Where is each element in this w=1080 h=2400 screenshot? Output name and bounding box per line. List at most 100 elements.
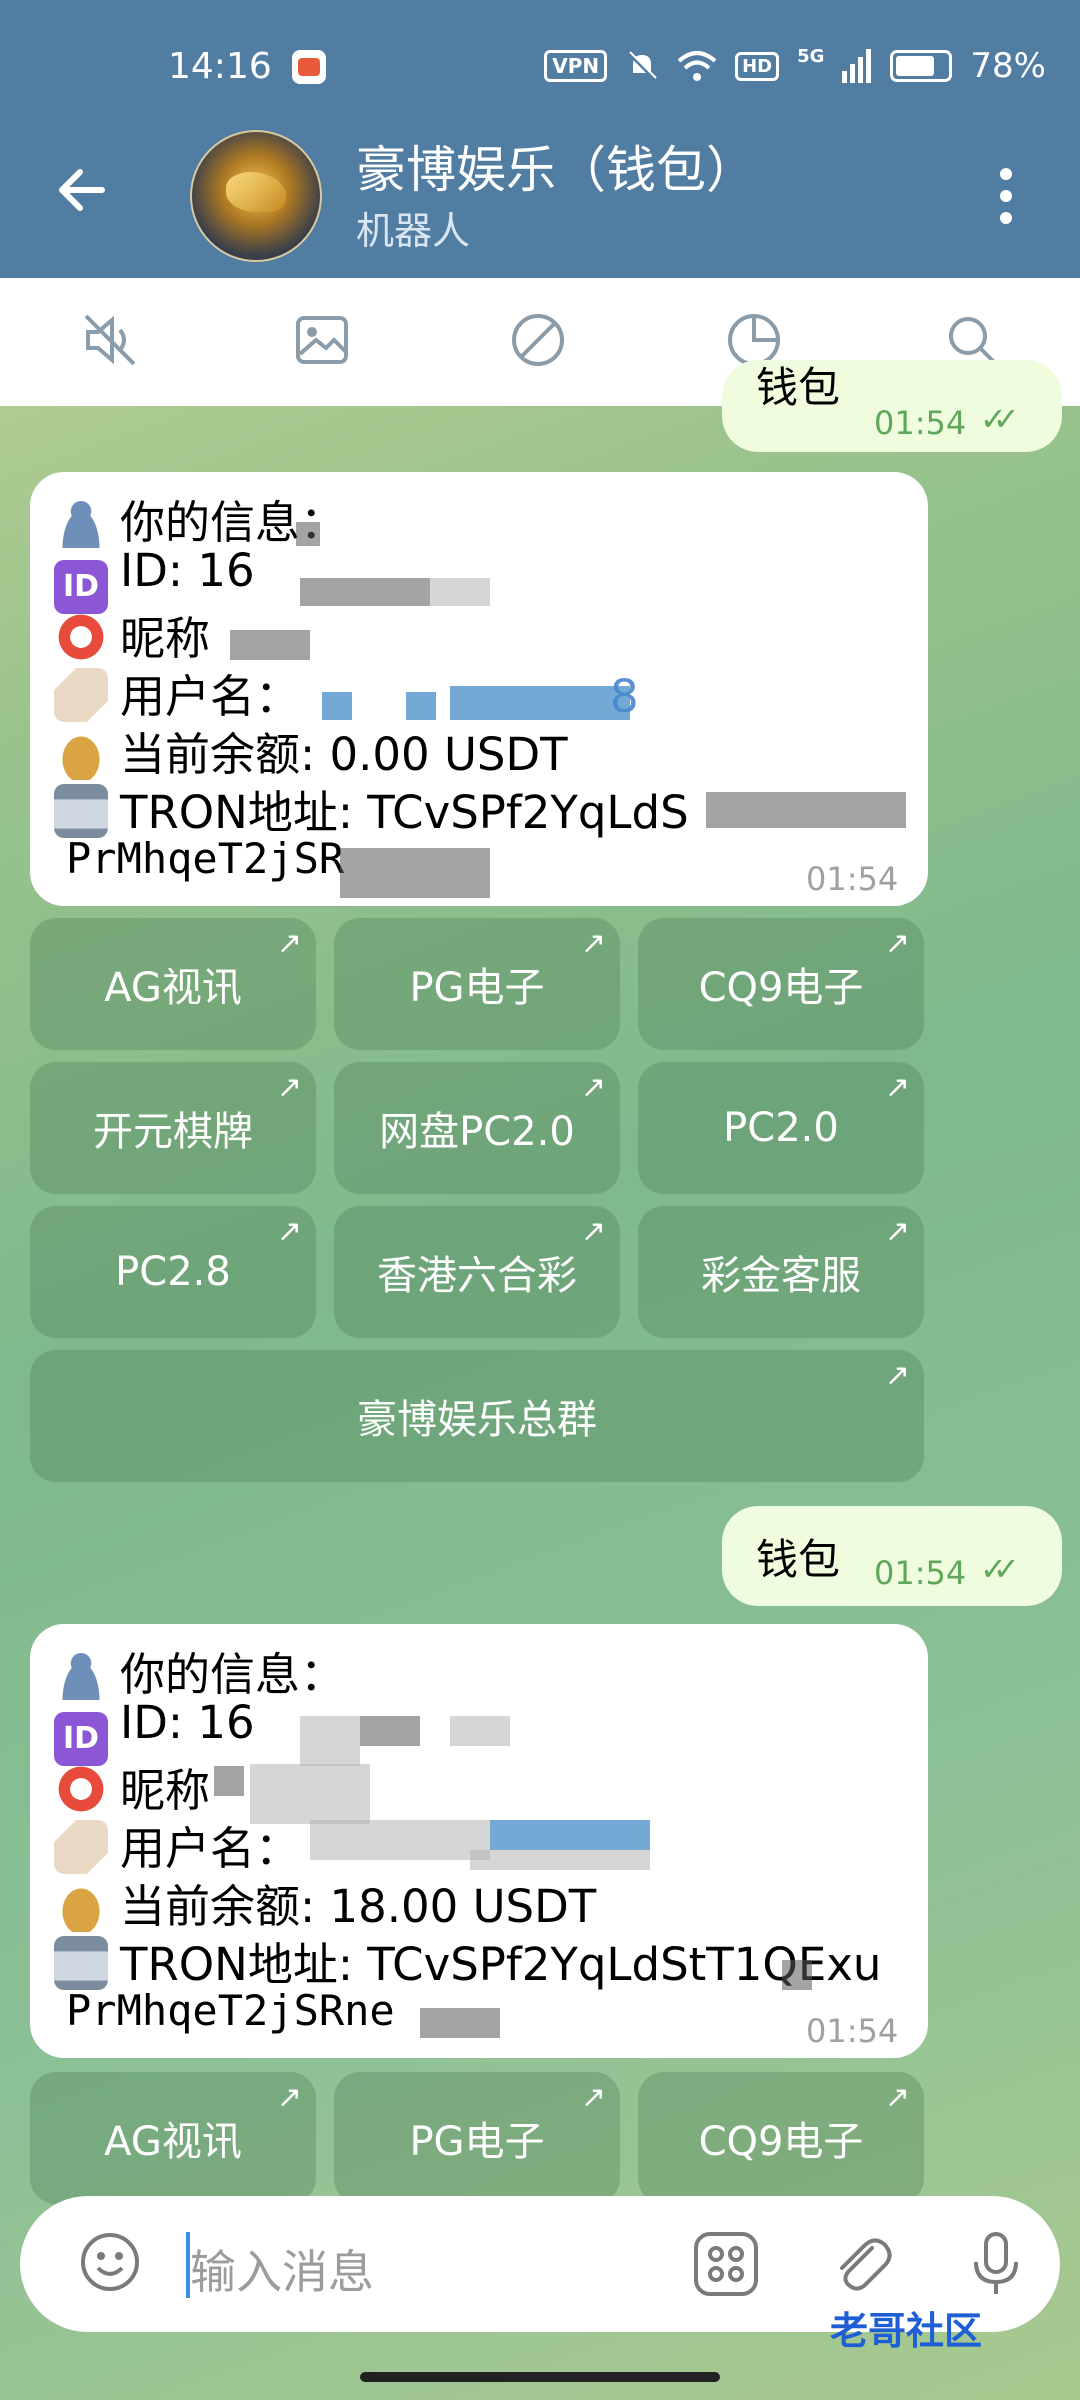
battery-level: 78% — [970, 46, 1046, 86]
external-link-icon: ↗ — [884, 1214, 910, 1249]
mute-bell-icon — [627, 51, 657, 81]
redaction-mosaic — [490, 1820, 650, 1850]
kb-button-ag[interactable]: AG视讯 ↗ — [30, 918, 316, 1050]
balance: 当前余额: 18.00 USDT — [120, 1880, 597, 1933]
status-time: 14:16 — [168, 46, 272, 87]
message-time: 01:54 — [874, 1554, 967, 1592]
redaction-mosaic — [322, 692, 352, 720]
external-link-icon: ↗ — [884, 926, 910, 961]
app-header: 14:16 VPN HD 5G 78% 豪博娱乐（钱包） 机器人 — [0, 0, 1080, 278]
mute-icon[interactable] — [78, 308, 142, 372]
kb-button-ag[interactable]: AG视讯 ↗ — [30, 2072, 316, 2204]
redaction-mosaic — [470, 1850, 650, 1870]
incoming-message[interactable]: 你的信息： ID ID: 16 昵称 用户名： 当前余额: 18.00 USDT … — [30, 1624, 928, 2058]
kb-button-hk-lottery[interactable]: 香港六合彩 ↗ — [334, 1206, 620, 1338]
home-indicator[interactable] — [360, 2372, 720, 2382]
kb-button-wangpan-pc20[interactable]: 网盘PC2.0 ↗ — [334, 1062, 620, 1194]
vpn-icon: VPN — [544, 50, 608, 82]
bot-menu-icon[interactable] — [692, 2230, 760, 2298]
label-tag-icon — [54, 1820, 108, 1874]
name-badge-icon — [54, 1762, 108, 1816]
wifi-icon — [677, 51, 717, 81]
read-check-icon: ✓✓ — [980, 1550, 1019, 1588]
message-text: 钱包 — [756, 363, 841, 412]
outgoing-message[interactable]: 钱包 01:54 ✓✓ — [722, 1506, 1062, 1606]
money-bag-icon — [54, 726, 108, 780]
kb-button-pc20[interactable]: PC2.0 ↗ — [638, 1062, 924, 1194]
kb-button-support[interactable]: 彩金客服 ↗ — [638, 1206, 924, 1338]
user-id: ID: 16 — [120, 544, 255, 597]
nickname-label: 昵称 — [120, 1764, 211, 1817]
redaction-mosaic — [450, 1716, 510, 1746]
balance: 当前余额: 0.00 USDT — [120, 728, 568, 781]
microphone-icon[interactable] — [962, 2230, 1030, 2298]
redaction-mosaic — [406, 692, 436, 720]
kb-button-main-group[interactable]: 豪博娱乐总群 ↗ — [30, 1350, 924, 1482]
redaction-mosaic — [296, 522, 320, 546]
kb-button-pg[interactable]: PG电子 ↗ — [334, 918, 620, 1050]
external-link-icon: ↗ — [276, 1214, 302, 1249]
kb-button-pc28[interactable]: PC2.8 ↗ — [30, 1206, 316, 1338]
hd-icon: HD — [735, 51, 780, 81]
redaction-mosaic — [214, 1766, 244, 1796]
user-id: ID: 16 — [120, 1696, 255, 1749]
message-text: 钱包 — [756, 1535, 841, 1584]
block-icon[interactable] — [506, 308, 570, 372]
more-menu-icon[interactable] — [996, 168, 1016, 224]
attach-icon[interactable] — [828, 2230, 896, 2298]
kb-button-kaiyuan[interactable]: 开元棋牌 ↗ — [30, 1062, 316, 1194]
status-icons: VPN HD 5G 78% — [544, 46, 1046, 86]
info-heading: 你的信息： — [120, 1648, 346, 1701]
tron-address-line1: TRON地址: TCvSPf2YqLdStT1QExu — [120, 1938, 882, 1991]
redaction-mosaic — [340, 848, 490, 898]
incoming-message[interactable]: 你的信息： IDID: 16 昵称 用户名：8 当前余额: 0.00 USDT … — [30, 472, 928, 906]
external-link-icon: ↗ — [276, 926, 302, 961]
message-time: 01:54 — [806, 860, 899, 898]
outgoing-message[interactable]: 钱包 01:54 ✓✓ — [722, 360, 1062, 452]
read-check-icon: ✓✓ — [980, 400, 1019, 438]
external-link-icon: ↗ — [884, 2080, 910, 2115]
redaction-mosaic — [250, 1764, 370, 1824]
signal-icon: 5G — [797, 45, 825, 67]
external-link-icon: ↗ — [580, 2080, 606, 2115]
bank-icon — [54, 1936, 108, 1990]
redaction-mosaic — [310, 1820, 490, 1860]
image-icon[interactable] — [290, 308, 354, 372]
user-silhouette-icon — [54, 494, 108, 548]
redaction-mosaic — [300, 578, 430, 606]
external-link-icon: ↗ — [884, 1070, 910, 1105]
tron-address-line2: PrMhqeT2jSRne — [66, 1986, 395, 2035]
external-link-icon: ↗ — [580, 1070, 606, 1105]
redaction-mosaic — [360, 1716, 420, 1746]
user-silhouette-icon — [54, 1646, 108, 1700]
external-link-icon: ↗ — [884, 1358, 910, 1393]
emoji-icon[interactable] — [78, 2230, 142, 2294]
bot-avatar[interactable] — [190, 130, 322, 262]
redaction-mosaic — [230, 630, 310, 660]
notification-app-icon — [292, 50, 326, 84]
back-arrow-icon[interactable] — [52, 160, 112, 220]
redaction-mosaic — [420, 2008, 500, 2038]
money-bag-icon — [54, 1878, 108, 1932]
external-link-icon: ↗ — [580, 926, 606, 961]
message-time: 01:54 — [806, 2012, 899, 2050]
username-label: 用户名： — [120, 1822, 301, 1875]
nickname-label: 昵称 — [120, 612, 211, 665]
message-time: 01:54 — [874, 404, 967, 442]
redaction-mosaic — [782, 1960, 812, 1990]
watermark-logo: 老哥社区 — [830, 2309, 983, 2353]
external-link-icon: ↗ — [276, 1070, 302, 1105]
redaction-mosaic — [300, 1716, 360, 1766]
label-tag-icon — [54, 668, 108, 722]
kb-button-cq9[interactable]: CQ9电子 ↗ — [638, 2072, 924, 2204]
tron-address-line1: TRON地址: TCvSPf2YqLdS — [120, 786, 689, 839]
chat-title[interactable]: 豪博娱乐（钱包） — [356, 130, 756, 202]
external-link-icon: ↗ — [580, 1214, 606, 1249]
message-input[interactable]: 输入消息 — [190, 2236, 374, 2302]
name-badge-icon — [54, 610, 108, 664]
redaction-mosaic — [450, 686, 630, 720]
kb-button-cq9[interactable]: CQ9电子 ↗ — [638, 918, 924, 1050]
kb-button-pg[interactable]: PG电子 ↗ — [334, 2072, 620, 2204]
redaction-mosaic — [706, 792, 906, 828]
redaction-mosaic — [430, 578, 490, 606]
